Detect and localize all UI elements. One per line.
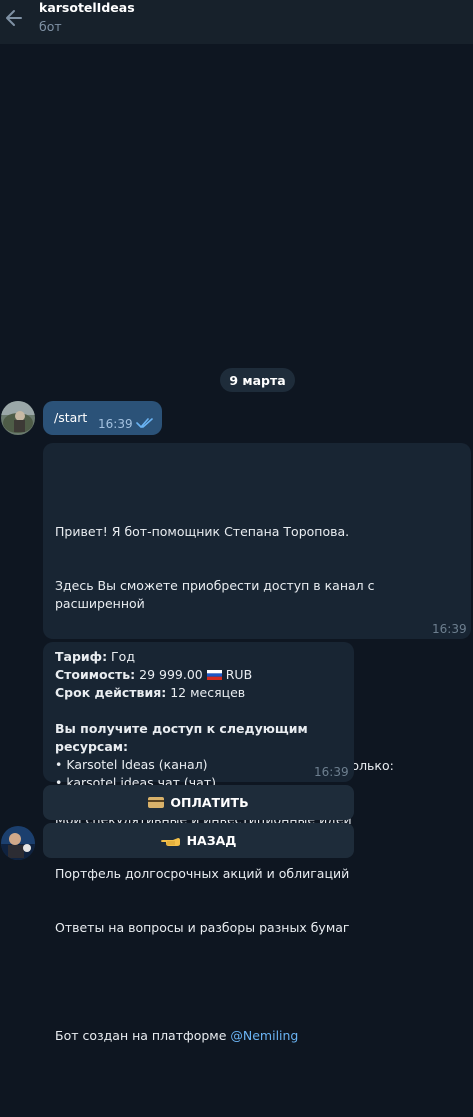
outgoing-message: /start 16:39	[43, 401, 162, 435]
pay-button[interactable]: ОПЛАТИТЬ	[43, 785, 354, 820]
term-label: Срок действия:	[55, 685, 167, 700]
access-heading: Вы получите доступ к следующим ресурсам:	[55, 721, 308, 754]
term-value: 12 месяцев	[166, 685, 246, 700]
user-avatar[interactable]	[1, 401, 35, 435]
cost-currency: RUB	[225, 667, 253, 682]
tariff-message: Тариф: Год Стоимость: 29 999.00 RUB Срок …	[43, 642, 354, 790]
back-button[interactable]: НАЗАД	[43, 823, 354, 858]
message-line: Привет! Я бот-помощник Степана Торопова.	[55, 524, 350, 539]
message-line: Здесь Вы сможете приобрести доступ в кан…	[55, 578, 379, 611]
cost-line: Стоимость: 29 999.00 RUB	[55, 666, 342, 684]
message-time: 16:39	[314, 765, 349, 779]
footer-text: Бот создан на платформе	[55, 1028, 231, 1043]
message-time: 16:39	[432, 622, 467, 636]
resource-item: • Karsotel Ideas (канал)	[55, 757, 208, 772]
back-button-label: НАЗАД	[186, 833, 237, 848]
pointing-hand-icon	[160, 837, 180, 846]
chat-header: karsotelIdeas бот	[0, 0, 473, 44]
message-time: 16:39	[98, 417, 133, 431]
russia-flag-icon	[206, 670, 222, 680]
bot-avatar-image	[1, 826, 35, 860]
message-text: /start	[54, 410, 88, 425]
date-separator: 9 марта	[220, 368, 295, 392]
term-line: Срок действия: 12 месяцев	[55, 684, 342, 702]
tariff-label: Тариф:	[55, 649, 108, 664]
bot-welcome-message: Привет! Я бот-помощник Степана Торопова.…	[43, 443, 471, 1043]
tariff-value: Год	[107, 649, 135, 664]
user-avatar-image	[1, 401, 35, 435]
pay-button-label: ОПЛАТИТЬ	[170, 795, 249, 810]
tariff-line: Тариф: Год	[55, 648, 342, 666]
bot-avatar[interactable]	[1, 826, 35, 860]
double-check-icon	[136, 418, 153, 428]
cost-amount: 29 999.00	[135, 667, 203, 682]
chat-subtitle: бот	[39, 19, 62, 34]
message-line: Портфель долгосрочных акций и облигаций	[55, 866, 350, 881]
message-footer: Бот создан на платформе @Nemiling	[55, 1027, 459, 1045]
credit-card-icon	[148, 797, 165, 808]
nemiling-link[interactable]: @Nemiling	[230, 1028, 298, 1043]
arrow-left-icon[interactable]	[4, 6, 24, 30]
chat-title[interactable]: karsotelIdeas	[39, 0, 135, 15]
cost-label: Стоимость:	[55, 667, 136, 682]
message-line: Ответы на вопросы и разборы разных бумаг	[55, 920, 350, 935]
